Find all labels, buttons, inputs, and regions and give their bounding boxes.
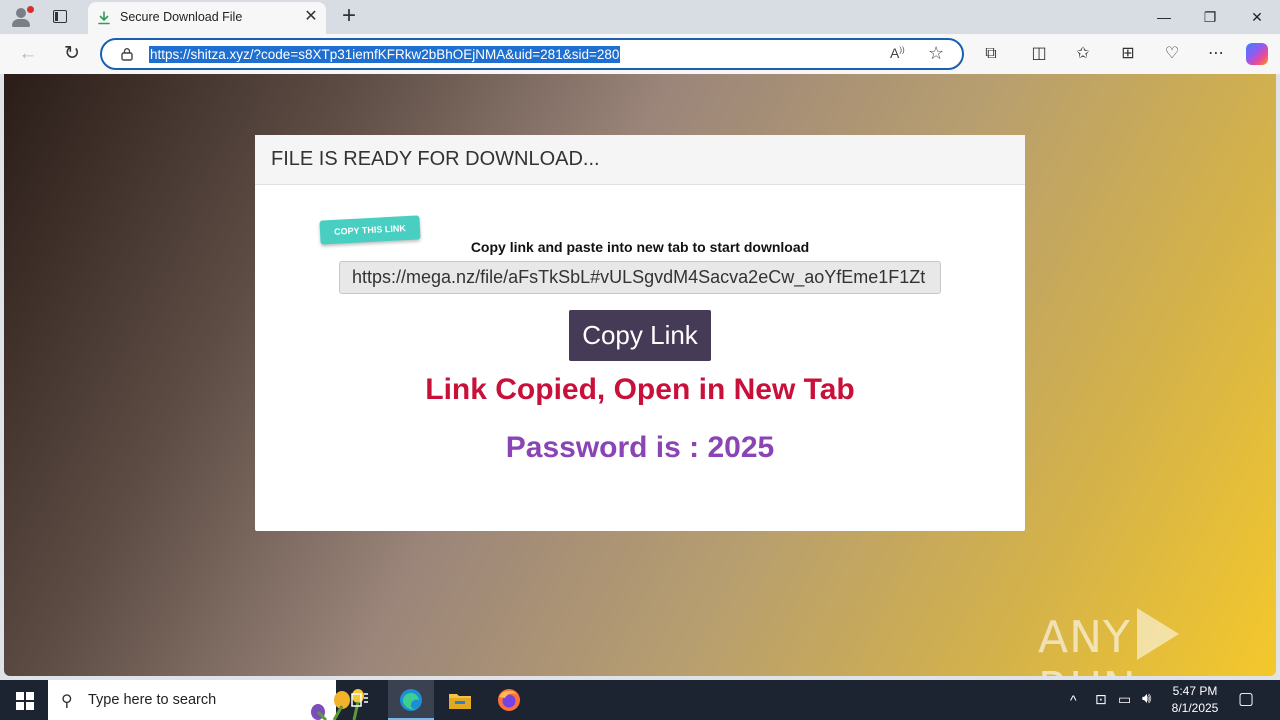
notifications-icon[interactable]: ▢ [1238,689,1254,709]
favorites-icon[interactable]: ✩ [1072,43,1094,65]
meet-now-icon[interactable]: ⊡ [1095,691,1107,708]
split-screen-icon[interactable]: ◫ [1028,43,1050,65]
download-link-input[interactable] [339,261,941,294]
profile-icon[interactable] [10,6,34,28]
search-icon: ⚲ [61,693,73,710]
watermark-right-text: RUN [1038,663,1137,676]
tab-actions-icon[interactable] [50,8,70,26]
window-close-icon[interactable]: ✕ [1234,4,1280,30]
task-view-icon[interactable] [346,686,374,714]
copilot-icon[interactable] [1246,43,1268,65]
file-explorer-icon[interactable] [446,686,474,714]
clock-time: 5:47 PM [1172,684,1218,698]
maximize-icon[interactable]: ❐ [1187,4,1233,30]
browser-toolbar: ← ↻ https://shitza.xyz/?code=s8XTp31iemf… [0,34,1280,74]
watermark-left-text: ANY [1038,612,1131,663]
password-message: Password is : 2025 [505,431,775,464]
new-tab-icon[interactable]: + [338,4,360,28]
page-background: FILE IS READY FOR DOWNLOAD... COPY THIS … [4,74,1276,676]
more-icon[interactable]: ⋯ [1205,43,1227,65]
tab-secure-download[interactable]: Secure Download File ✕ [88,2,326,34]
instruction-text: Copy link and paste into new tab to star… [470,239,810,255]
download-icon [98,11,110,25]
tab-strip: Secure Download File ✕ + — ❐ ✕ [0,0,1280,34]
back-icon[interactable]: ← [16,42,40,66]
taskbar-search[interactable]: ⚲ Type here to search [48,680,364,720]
play-icon [1136,608,1179,660]
network-icon[interactable]: ▭ [1118,691,1131,708]
refresh-icon[interactable]: ↻ [60,42,84,66]
minimize-icon[interactable]: — [1141,4,1187,30]
volume-icon[interactable]: 🔊︎ [1142,690,1151,707]
clock[interactable]: 5:47 PM 8/1/2025 [1166,684,1224,715]
browser-essentials-icon[interactable]: ♡ [1161,43,1183,65]
link-copied-message: Link Copied, Open in New Tab [425,373,855,406]
tab-title: Secure Download File [120,10,243,24]
clock-date: 8/1/2025 [1171,701,1219,715]
card-header: FILE IS READY FOR DOWNLOAD... [255,135,1025,185]
firefox-icon[interactable] [495,686,523,714]
extensions-icon[interactable]: ⧉ [980,43,1002,65]
anyrun-watermark: ANYRUN [1038,608,1276,676]
edge-icon[interactable] [397,686,425,714]
download-card: FILE IS READY FOR DOWNLOAD... COPY THIS … [255,135,1025,531]
close-icon[interactable]: ✕ [302,8,320,26]
address-bar[interactable]: https://shitza.xyz/?code=s8XTp31iemfKFRk… [100,38,964,70]
url-text[interactable]: https://shitza.xyz/?code=s8XTp31iemfKFRk… [149,46,621,63]
read-aloud-icon[interactable]: A)) [890,45,905,61]
search-placeholder: Type here to search [88,692,217,708]
collections-icon[interactable]: ⊞ [1117,43,1139,65]
windows-start-icon[interactable] [16,692,34,710]
lock-icon[interactable] [120,47,134,61]
copy-link-button[interactable]: Copy Link [569,310,711,361]
favorite-icon[interactable]: ☆ [928,43,944,64]
taskbar: ⚲ Type here to search ^ ⊡ ▭ 🔊︎ 5:47 PM 8… [0,680,1280,720]
chevron-up-icon[interactable]: ^ [1070,692,1077,708]
